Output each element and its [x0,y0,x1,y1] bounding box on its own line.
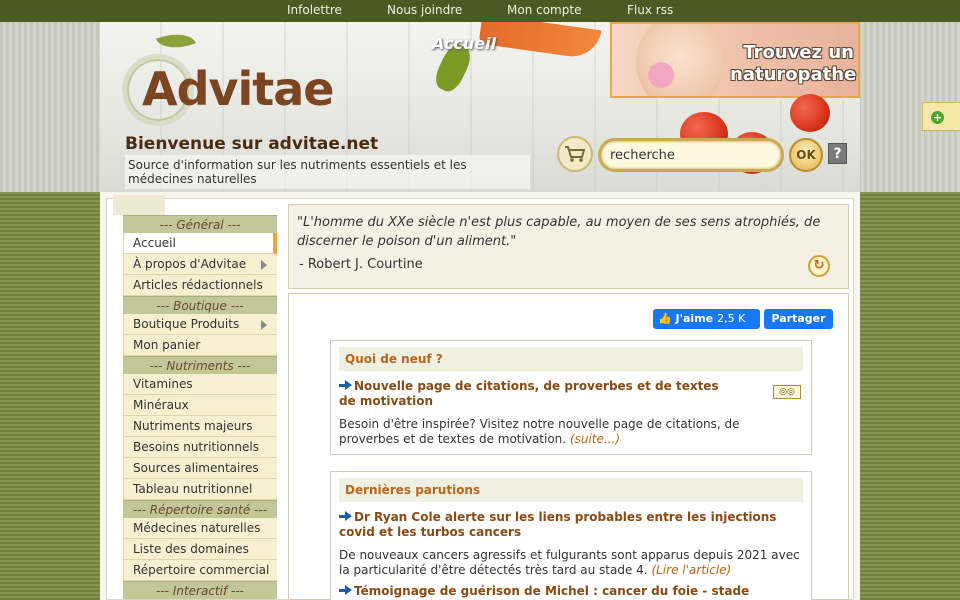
nav-item-label: Articles rédactionnels [133,278,263,292]
latest-article-title[interactable]: Dr Ryan Cole alerte sur les liens probab… [339,510,803,540]
nav-item-sources-alimentaires[interactable]: Sources alimentaires [123,458,277,479]
quote-text: "L'homme du XXe siècle n'est plus capabl… [297,215,821,249]
arrow-head-icon [345,585,352,595]
nav-item-label: Liste des domaines [133,542,249,556]
nav-item-label: Minéraux [133,398,189,412]
nav-item-label: Boutique Produits [133,317,240,331]
news-box: Quoi de neuf ? Nouvelle page de citation… [330,340,812,455]
latest-article-title-text: Témoignage de guérison de Michel : cance… [354,584,750,598]
topnav-mon-compte[interactable]: Mon compte [507,3,581,17]
nav-item-label: Médecines naturelles [133,521,261,535]
search-ok-button[interactable]: OK [789,138,823,172]
topnav-infolettre[interactable]: Infolettre [287,3,342,17]
nav-section-interactif: --- Interactif --- [123,581,277,599]
nav-item-accueil[interactable]: Accueil [123,233,277,254]
latest-article-title[interactable]: Témoignage de guérison de Michel : cance… [339,584,803,599]
thumbs-up-icon: 👍 [658,312,672,325]
news-article-title-text: Nouvelle page de citations, de proverbes… [339,379,719,408]
plus-icon: + [931,111,944,124]
side-expand-tab[interactable]: + [922,102,960,131]
glasses-icon[interactable]: ◎◎ [773,385,801,399]
cart-icon [565,146,586,162]
submenu-arrow-icon [261,260,267,270]
nav-item-tableau-nutritionnel[interactable]: Tableau nutritionnel [123,479,277,500]
nav-item-vitamines[interactable]: Vitamines [123,374,277,395]
site-tagline: Source d'information sur les nutriments … [125,155,530,189]
nav-item-repertoire-commercial[interactable]: Répertoire commercial [123,560,277,581]
welcome-heading: Bienvenue sur advitae.net [125,134,379,154]
latest-box: Dernières parutions Dr Ryan Cole alerte … [330,471,812,600]
arrow-head-icon [345,511,352,521]
nav-item-besoins-nutritionnels[interactable]: Besoins nutritionnels [123,437,277,458]
news-desc-text: Besoin d'être inspirée? Visitez notre no… [339,417,740,446]
nav-item-liste-domaines[interactable]: Liste des domaines [123,539,277,560]
news-article-desc: Besoin d'être inspirée? Visitez notre no… [339,417,803,447]
tomato-image [790,94,830,132]
nav-item-articles[interactable]: Articles rédactionnels [123,275,277,296]
topnav-nous-joindre[interactable]: Nous joindre [387,3,462,17]
header-page-label: Accueil [432,34,497,53]
cart-button[interactable] [557,136,593,172]
nav-item-label: Sources alimentaires [133,461,259,475]
top-navbar: Infolettre Nous joindre Mon compte Flux … [0,0,960,22]
news-more-link[interactable]: (suite...) [570,432,620,446]
nav-item-label: Répertoire commercial [133,563,270,577]
nav-item-label: Besoins nutritionnels [133,440,259,454]
like-count: 2,5 K [717,312,746,325]
quote-body: L'homme du XXe siècle n'est plus capable… [297,215,821,249]
nav-item-label: Mon panier [133,338,201,352]
woman-face-image [636,24,724,96]
help-button[interactable]: ? [828,143,847,164]
naturopathe-promo-banner[interactable]: Trouvez un naturopathe [610,22,860,98]
refresh-quote-icon[interactable]: ↻ [808,255,830,277]
latest-article-desc: De nouveaux cancers agressifs et fulgura… [339,548,803,578]
facebook-share-button[interactable]: Partager [764,309,833,329]
quote-box: "L'homme du XXe siècle n'est plus capabl… [288,204,849,289]
site-logo[interactable]: Advitae [142,62,335,116]
topnav-flux-rss[interactable]: Flux rss [627,3,673,17]
site-header: Advitae Accueil Trouvez un naturopathe B… [100,22,860,192]
nav-item-label: Nutriments majeurs [133,419,253,433]
search-input[interactable] [598,138,784,172]
nav-item-label: Accueil [133,236,176,250]
nav-item-mon-panier[interactable]: Mon panier [123,335,277,356]
nav-item-nutriments-majeurs[interactable]: Nutriments majeurs [123,416,277,437]
submenu-arrow-icon [261,320,267,330]
quote-author: - Robert J. Courtine [299,257,423,272]
nav-item-label: Tableau nutritionnel [133,482,253,496]
promo-text: Trouvez un naturopathe [730,42,857,85]
news-article-title[interactable]: Nouvelle page de citations, de proverbes… [339,379,719,409]
nav-item-a-propos[interactable]: À propos d'Advitae [123,254,277,275]
nav-item-boutique-produits[interactable]: Boutique Produits [123,314,277,335]
nav-section-general: --- Général --- [123,215,277,233]
nav-tab-decoration [113,195,165,215]
like-label: J'aime [675,312,714,325]
latest-more-link[interactable]: (Lire l'article) [651,563,731,577]
arrow-head-icon [345,380,352,390]
latest-box-title: Dernières parutions [339,478,803,502]
nav-item-mineraux[interactable]: Minéraux [123,395,277,416]
flower-image [648,62,674,88]
nav-item-label: À propos d'Advitae [133,257,247,271]
facebook-like-button[interactable]: 👍 J'aime 2,5 K [653,309,760,329]
nav-section-repertoire-sante: --- Répertoire santé --- [123,500,277,518]
nav-section-nutriments: --- Nutriments --- [123,356,277,374]
nav-section-boutique: --- Boutique --- [123,296,277,314]
latest-article-title-text: Dr Ryan Cole alerte sur les liens probab… [339,510,777,539]
left-sidebar-nav: --- Général --- Accueil À propos d'Advit… [123,215,277,599]
nav-item-medecines-naturelles[interactable]: Médecines naturelles [123,518,277,539]
news-box-title: Quoi de neuf ? [339,347,803,371]
nav-item-label: Vitamines [133,377,193,391]
